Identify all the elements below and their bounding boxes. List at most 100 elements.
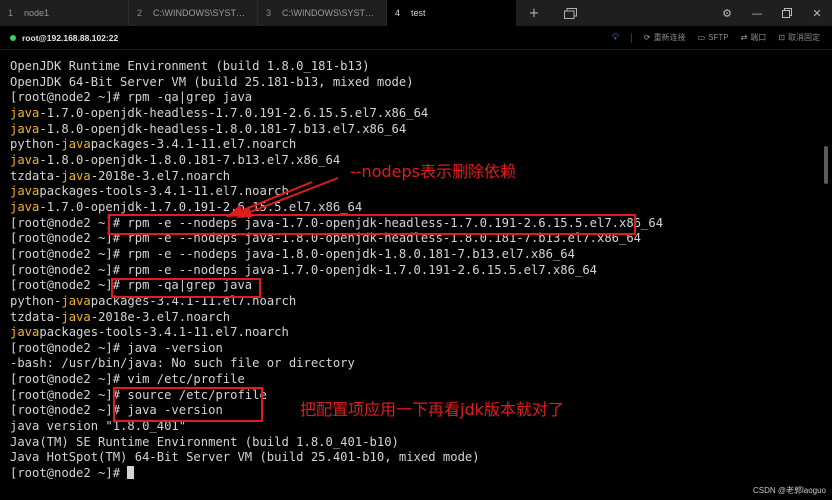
terminal-text: python- [10,293,62,308]
grep-match-highlight: java [61,137,91,152]
reconnect-icon: ⟳ [643,33,651,42]
unpin-label: 取消固定 [788,33,820,42]
terminal-text: -bash: /usr/bin/java: No such file or di… [10,356,355,371]
terminal-text: -1.8.0-openjdk-headless-1.8.0.181-7.b13.… [39,121,407,136]
terminal-line: Java(TM) SE Runtime Environment (build 1… [10,435,810,451]
port-button[interactable]: ⇄ 端口 [741,32,767,43]
grep-match-highlight: java [10,199,40,214]
tab-node1[interactable]: 1 node1 [0,0,129,26]
grep-match-highlight: java [61,309,91,324]
tab-number: 4 [395,8,401,18]
reconnect-button[interactable]: ⟳ 重新连接 [644,32,686,43]
grep-match-highlight: java [10,184,40,199]
session-toolbar: root@192.168.88.102:22 💡︎ ⟳ 重新连接 ▭ SFTP … [0,26,832,50]
terminal-text: python- [10,137,62,152]
terminal-line: OpenJDK Runtime Environment (build 1.8.0… [10,59,810,75]
watermark: CSDN @老郭laoguo [752,486,826,495]
tab-title: C:\WINDOWS\SYSTEM... [153,8,248,18]
terminal-text: -2018e-3.el7.noarch [90,309,231,324]
session-label: root@192.168.88.102:22 [22,32,119,43]
tab-number: 3 [266,8,272,18]
terminal-line: Java HotSpot(TM) 64-Bit Server VM (build… [10,450,810,466]
terminal-text: [root@node2 ~]# rpm -e --nodeps java-1.7… [10,262,597,277]
grep-match-highlight: java [10,152,40,167]
terminal-text: packages-tools-3.4.1-11.el7.noarch [39,325,289,340]
terminal-text: -1.7.0-openjdk-headless-1.7.0.191-2.6.15… [39,105,429,120]
terminal-text: [root@node2 ~]# vim /etc/profile [10,372,245,387]
highlight-box-rpm-qa [111,278,261,298]
terminal-line: [root@node2 ~]# vim /etc/profile [10,372,810,388]
tab-cmd-1[interactable]: 2 C:\WINDOWS\SYSTEM... [129,0,258,26]
tab-bar: 1 node1 2 C:\WINDOWS\SYSTEM... 3 C:\WIND… [0,0,832,26]
scrollbar-thumb[interactable] [824,146,828,184]
terminal-text: -2018e-3.el7.noarch [90,168,231,183]
annotation-profile: 把配置项应用一下再看jdk版本就对了 [300,400,564,419]
connection-status-icon [10,34,16,41]
lightbulb-icon: 💡︎ [611,32,619,43]
terminal-line: OpenJDK 64-Bit Server VM (build 25.181-b… [10,75,810,91]
terminal-text: packages-3.4.1-11.el7.noarch [90,137,297,152]
grep-match-highlight: java [10,121,40,136]
unpin-button[interactable]: ⊡ 取消固定 [778,32,820,43]
terminal-text: -1.8.0-openjdk-1.8.0.181-7.b13.el7.x86_6… [39,152,341,167]
terminal-text: [root@node2 ~]# java -version [10,340,223,355]
terminal-line: javapackages-tools-3.4.1-11.el7.noarch [10,325,810,341]
annotation-nodeps: --nodeps表示删除依赖 [350,162,516,181]
terminal-text: tzdata- [10,309,62,324]
minimize-icon[interactable]: — [742,0,772,26]
unpin-icon: ⊡ [778,33,785,42]
terminal-line: [root@node2 ~]# rpm -e --nodeps java-1.8… [10,247,810,263]
grep-match-highlight: java [10,105,40,120]
session-tools: 💡︎ ⟳ 重新连接 ▭ SFTP ⇄ 端口 ⊡ 取消固定 [612,32,820,43]
terminal-text: [root@node2 ~]# rpm -qa|grep java [10,90,253,105]
terminal-text: [root@node2 ~]# [10,466,128,481]
lightbulb-button[interactable]: 💡︎ [612,32,619,43]
text-cursor [127,466,135,480]
session-info: root@192.168.88.102:22 [10,33,118,43]
terminal-line: -bash: /usr/bin/java: No such file or di… [10,356,810,372]
terminal-text: Java HotSpot(TM) 64-Bit Server VM (build… [10,450,480,465]
terminal-text: [root@node2 ~]# rpm -e --nodeps java-1.8… [10,246,575,261]
sftp-label: SFTP [708,33,729,42]
tab-number: 2 [137,8,143,18]
scrollbar[interactable] [822,52,832,500]
tab-cmd-2[interactable]: 3 C:\WINDOWS\SYSTEM... [258,0,387,26]
highlight-box-rpm-e [108,214,636,235]
port-icon: ⇄ [740,33,748,42]
close-icon[interactable]: ✕ [802,0,832,26]
terminal-line: tzdata-java-2018e-3.el7.noarch [10,310,810,326]
highlight-box-source-java [113,387,263,422]
terminal-line: java-1.8.0-openjdk-headless-1.8.0.181-7.… [10,122,810,138]
terminal-line: [root@node2 ~]# java -version [10,341,810,357]
grep-match-highlight: java [61,168,91,183]
tab-title: C:\WINDOWS\SYSTEM... [282,8,377,18]
port-label: 端口 [750,33,767,42]
terminal-text: OpenJDK 64-Bit Server VM (build 25.181-b… [10,74,414,89]
sftp-button[interactable]: ▭ SFTP [698,33,729,42]
terminal-line: java-1.7.0-openjdk-headless-1.7.0.191-2.… [10,106,810,122]
terminal-line: python-javapackages-3.4.1-11.el7.noarch [10,137,810,153]
plus-icon[interactable]: + [516,0,552,26]
gear-icon[interactable]: ⚙ [712,0,742,26]
tab-test[interactable]: 4 test [387,0,516,26]
terminal-text: packages-tools-3.4.1-11.el7.noarch [39,184,289,199]
terminal-line: javapackages-tools-3.4.1-11.el7.noarch [10,184,810,200]
grep-match-highlight: java [10,325,40,340]
terminal-text: -1.7.0-openjdk-1.7.0.191-2.6.15.5.el7.x8… [39,199,363,214]
terminal-text: Java(TM) SE Runtime Environment (build 1… [10,434,399,449]
divider [630,32,632,43]
terminal-line: [root@node2 ~]# rpm -qa|grep java [10,90,810,106]
folder-icon: ▭ [697,33,706,42]
tab-title: node1 [24,8,50,18]
terminal-line: [root@node2 ~]# rpm -e --nodeps java-1.7… [10,263,810,279]
window-layout-icon[interactable] [552,0,588,26]
terminal-text: OpenJDK Runtime Environment (build 1.8.0… [10,59,370,73]
grep-match-highlight: java [61,293,91,308]
tab-title: test [411,8,426,18]
tab-number: 1 [8,8,14,18]
tabbar-spacer [588,0,712,26]
terminal-line: [root@node2 ~]# [10,466,810,482]
terminal-text: tzdata- [10,168,62,183]
reconnect-label: 重新连接 [653,33,686,42]
restore-icon[interactable] [772,0,802,26]
